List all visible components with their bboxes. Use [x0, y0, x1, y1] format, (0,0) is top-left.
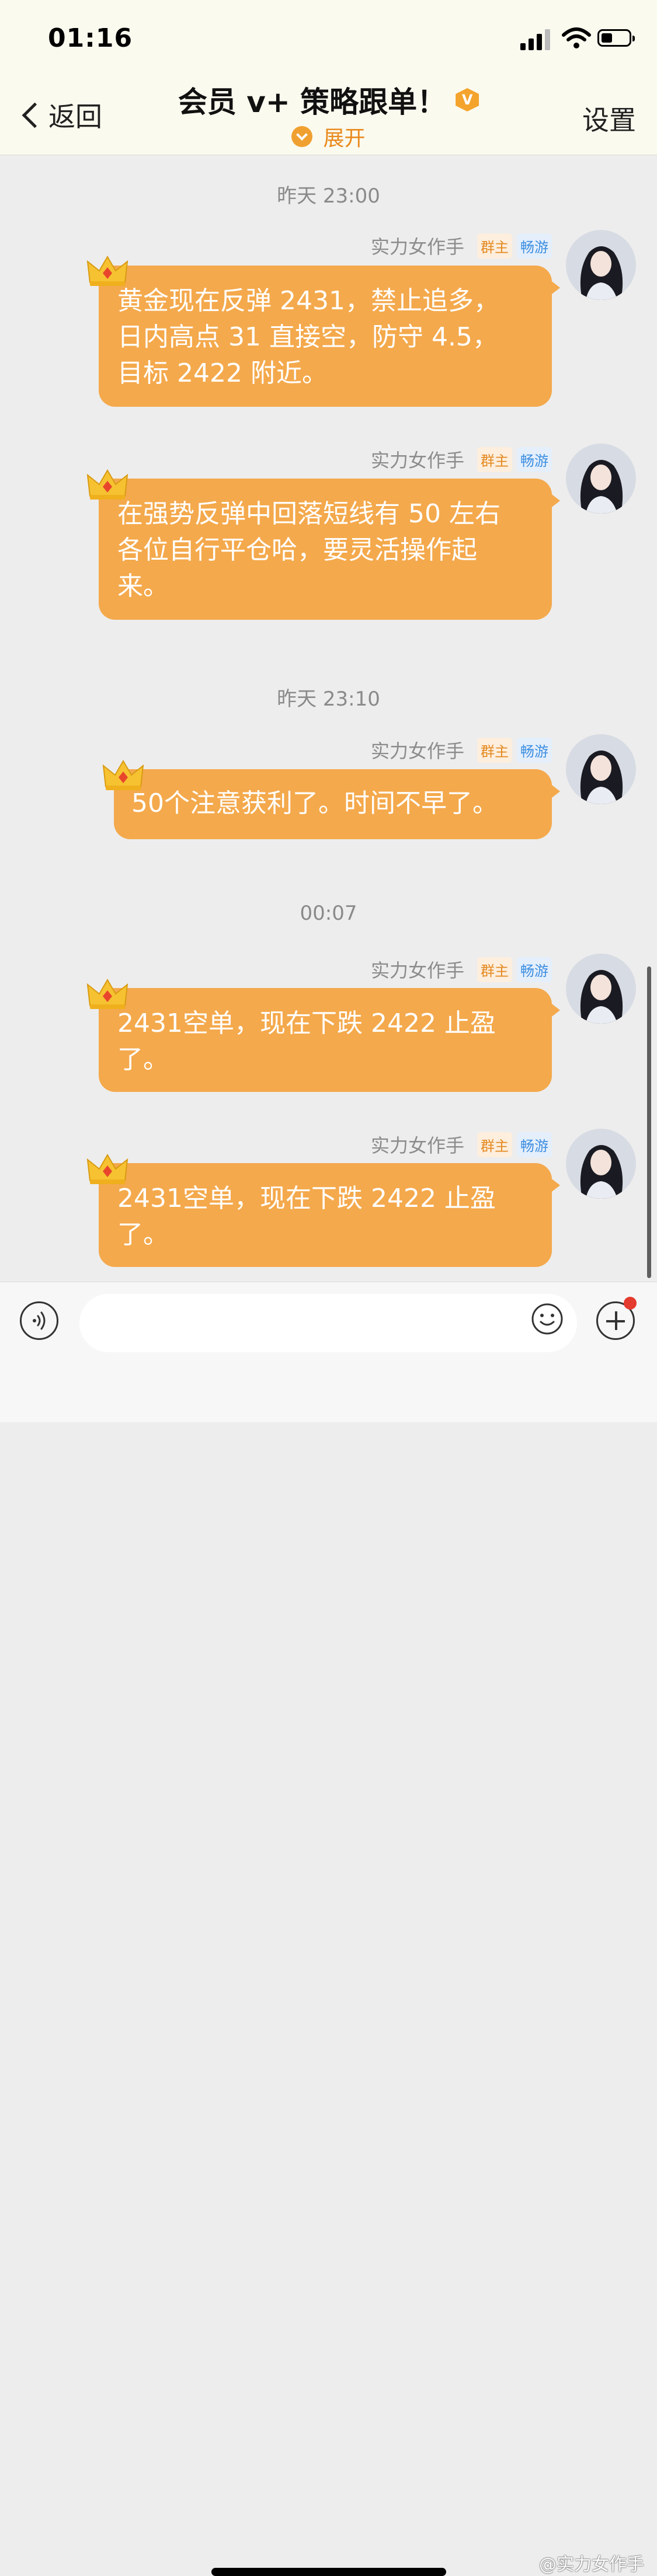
message-bubble[interactable]: 2431空单，现在下跌 2422 止盈 了。 [99, 988, 560, 1092]
sender-name: 实力女作手 [370, 740, 464, 762]
owner-tag: 群主 [477, 233, 512, 259]
level-tag: 畅游 [517, 957, 552, 982]
cellular-signal-icon [520, 27, 553, 50]
message-bubble[interactable]: 2431空单，现在下跌 2422 止盈 了。 [99, 1163, 560, 1267]
chevron-down-icon [291, 126, 313, 147]
message-bubble[interactable]: 在强势反弹中回落短线有 50 左右 各位自行平仓哈，要灵活操作起 来。 [99, 479, 560, 620]
avatar[interactable] [566, 734, 636, 804]
vip-badge-icon: V [456, 88, 479, 111]
expand-toggle[interactable]: 展开 [291, 121, 366, 152]
sender-name: 实力女作手 [370, 1135, 464, 1157]
input-bar: @实力女作手 [0, 1282, 657, 2576]
wifi-icon [562, 27, 591, 48]
message-line: 日内高点 31 直接空，防守 4.5， [117, 322, 498, 352]
chat-title-area: 会员 v+ 策略跟单！ V [0, 79, 657, 121]
level-tag: 畅游 [517, 737, 552, 763]
scrollbar[interactable] [647, 966, 651, 1278]
owner-tag: 群主 [477, 1132, 512, 1157]
owner-tag: 群主 [477, 446, 512, 472]
message-input[interactable] [79, 1294, 577, 1352]
message-bubble[interactable]: 50个注意获利了。时间不早了。 [114, 769, 560, 839]
message-line: 目标 2422 附近。 [117, 358, 328, 388]
watermark: @实力女作手 [539, 2554, 644, 2575]
settings-button[interactable]: 设置 [582, 99, 636, 138]
level-tag: 畅游 [517, 233, 552, 259]
battery-icon [597, 29, 635, 47]
emoji-icon[interactable] [530, 1302, 564, 1336]
chat-title: 会员 v+ 策略跟单！ [178, 85, 447, 119]
voice-input-button[interactable] [20, 1301, 58, 1340]
avatar[interactable] [566, 444, 636, 514]
message-line: 在强势反弹中回落短线有 50 左右 [117, 499, 500, 529]
expand-label: 展开 [323, 127, 366, 151]
crown-icon [86, 979, 128, 1009]
message-line: 了。 [117, 1220, 169, 1249]
sender-info: 实力女作手 群主 畅游 [371, 737, 552, 763]
message-line: 了。 [117, 1045, 169, 1074]
crown-icon [102, 760, 144, 790]
home-indicator [211, 2568, 446, 2576]
sender-name: 实力女作手 [370, 959, 464, 982]
crown-icon [86, 1154, 128, 1184]
voice-icon [33, 1311, 46, 1330]
sender-info: 实力女作手 群主 畅游 [371, 956, 552, 983]
chat-timestamp: 昨天 23:00 [277, 184, 380, 208]
chat-timestamp: 昨天 23:10 [277, 687, 380, 711]
message-line: 2431空单，现在下跌 2422 止盈 [117, 1184, 496, 1213]
sender-info: 实力女作手 群主 畅游 [371, 1131, 552, 1158]
sender-info: 实力女作手 群主 畅游 [371, 446, 552, 473]
navigation-header: 01:16 返回 会员 v+ 策略跟单！ V 展开 设置 [0, 0, 657, 155]
sender-info: 实力女作手 群主 畅游 [371, 232, 552, 259]
sender-name: 实力女作手 [370, 236, 464, 258]
avatar[interactable] [566, 954, 636, 1024]
crown-icon [86, 469, 128, 500]
owner-tag: 群主 [477, 957, 512, 982]
crown-icon [86, 256, 128, 286]
level-tag: 畅游 [517, 1132, 552, 1157]
message-line: 2431空单，现在下跌 2422 止盈 [117, 1008, 496, 1038]
avatar[interactable] [566, 1129, 636, 1199]
level-tag: 畅游 [517, 446, 552, 472]
avatar[interactable] [566, 230, 636, 300]
notification-dot [624, 1297, 637, 1310]
message-line: 来。 [117, 571, 169, 601]
sender-name: 实力女作手 [370, 449, 464, 472]
status-time: 01:16 [48, 23, 133, 53]
owner-tag: 群主 [477, 737, 512, 763]
chat-timestamp: 00:07 [300, 902, 357, 925]
message-bubble[interactable]: 黄金现在反弹 2431，禁止追多， 日内高点 31 直接空，防守 4.5， 目标… [99, 266, 560, 407]
message-line: 各位自行平仓哈，要灵活操作起 [117, 535, 477, 565]
message-line: 黄金现在反弹 2431，禁止追多， [117, 286, 499, 316]
message-line: 50个注意获利了。时间不早了。 [131, 788, 498, 818]
